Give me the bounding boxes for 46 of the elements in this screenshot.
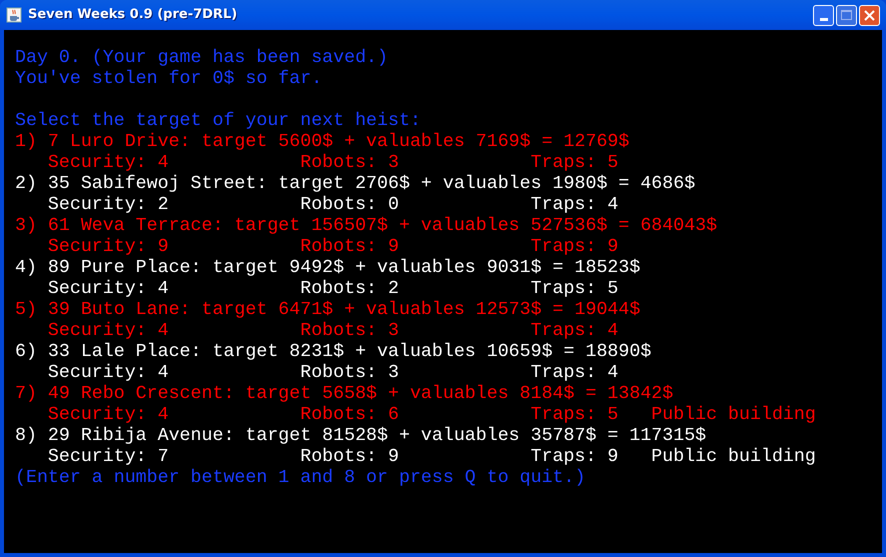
maximize-icon [841, 10, 852, 20]
window-title: Seven Weeks 0.9 (pre-7DRL) [28, 6, 238, 24]
target-heading: 5) 39 Buto Lane: target 6471$ + valuables 12573$ = 19044$ [15, 300, 642, 321]
traps-stat: Traps: 4 [530, 321, 620, 342]
traps-stat: Traps: 5 [530, 153, 620, 174]
robots-stat: Robots: 0 [300, 195, 400, 216]
java-cup-icon [6, 7, 22, 23]
security-stat: Security: 4 [48, 363, 170, 384]
security-stat: Security: 7 [48, 447, 170, 468]
target-heading: 6) 33 Lale Place: target 8231$ + valuables 10659$ = 18890$ [15, 342, 652, 363]
maximize-button[interactable] [836, 4, 857, 26]
robots-stat: Robots: 3 [300, 321, 400, 342]
traps-stat: Traps: 4 [530, 363, 620, 384]
robots-stat: Robots: 9 [300, 447, 400, 468]
traps-stat: Traps: 5 [530, 405, 620, 426]
target-heading: 4) 89 Pure Place: target 9492$ + valuables 9031$ = 18523$ [15, 258, 642, 279]
traps-stat: Traps: 4 [530, 195, 620, 216]
robots-stat: Robots: 2 [300, 279, 400, 300]
robots-stat: Robots: 3 [300, 363, 400, 384]
target-heading: 3) 61 Weva Terrace: target 156507$ + valuables 527536$ = 684043$ [15, 216, 718, 237]
status-line: Day 0. (Your game has been saved.) [15, 48, 389, 69]
building-note: Public building [651, 405, 816, 426]
close-button[interactable] [859, 4, 880, 26]
security-stat: Security: 9 [48, 237, 170, 258]
target-heading: 1) 7 Luro Drive: target 5600$ + valuables 7169$ = 12769$ [15, 132, 630, 153]
minimize-icon [820, 18, 828, 20]
target-heading: 2) 35 Sabifewoj Street: target 2706$ + valuables 1980$ = 4686$ [15, 174, 696, 195]
robots-stat: Robots: 3 [300, 153, 400, 174]
security-stat: Security: 4 [48, 405, 170, 426]
target-heading: 7) 49 Rebo Crescent: target 5658$ + valuables 8184$ = 13842$ [15, 384, 674, 405]
robots-stat: Robots: 9 [300, 237, 400, 258]
security-stat: Security: 4 [48, 321, 170, 342]
traps-stat: Traps: 9 [530, 447, 620, 468]
instruction-line: (Enter a number between 1 and 8 or press Q to quit.) [15, 468, 586, 489]
traps-stat: Traps: 9 [530, 237, 620, 258]
close-icon [864, 10, 875, 20]
status-line: You've stolen for 0$ so far. [15, 69, 324, 90]
security-stat: Security: 2 [48, 195, 170, 216]
traps-stat: Traps: 5 [530, 279, 620, 300]
prompt-line: Select the target of your next heist: [15, 111, 422, 132]
minimize-button[interactable] [813, 4, 834, 26]
robots-stat: Robots: 6 [300, 405, 400, 426]
security-stat: Security: 4 [48, 279, 170, 300]
building-note: Public building [651, 447, 816, 468]
target-heading: 8) 29 Ribija Avenue: target 81528$ + valuables 35787$ = 117315$ [15, 426, 708, 447]
security-stat: Security: 4 [48, 153, 170, 174]
